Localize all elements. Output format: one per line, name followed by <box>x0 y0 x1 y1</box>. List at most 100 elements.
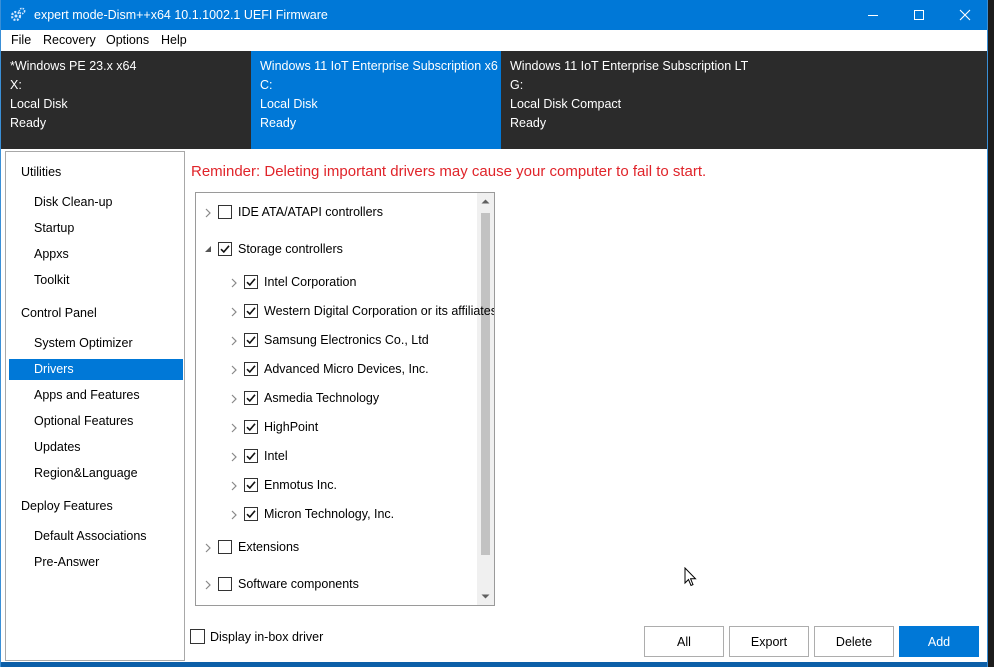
collapsed-arrow-icon[interactable] <box>230 481 238 491</box>
sidebar-item-system-optimizer[interactable]: System Optimizer <box>9 333 183 354</box>
image-disk: Local Disk Compact <box>510 97 622 111</box>
sidebar-item-label: Updates <box>34 440 81 454</box>
checkmark-icon <box>246 336 256 345</box>
image-drive: G: <box>510 78 524 92</box>
tree-checkbox[interactable] <box>244 304 258 318</box>
driver-tree[interactable]: IDE ATA/ATAPI controllers Storage control… <box>195 192 495 606</box>
reminder-text: Reminder: Deleting important drivers may… <box>191 163 707 180</box>
sidebar-item-drivers[interactable]: Drivers <box>9 359 183 380</box>
close-button[interactable] <box>942 0 988 30</box>
sidebar-item-disk-cleanup[interactable]: Disk Clean-up <box>9 192 183 213</box>
tree-label: Intel <box>264 449 288 463</box>
display-inbox-checkbox[interactable] <box>190 629 205 644</box>
tree-checkbox[interactable] <box>244 333 258 347</box>
image-strip: *Windows PE 23.x x64 X: Local Disk Ready… <box>1 51 987 149</box>
sidebar-item-optional-features[interactable]: Optional Features <box>9 411 183 432</box>
menu-recovery[interactable]: Recovery <box>43 33 96 47</box>
tree-checkbox[interactable] <box>244 449 258 463</box>
collapsed-arrow-icon[interactable] <box>204 543 212 553</box>
window-bottom-edge <box>1 662 987 667</box>
maximize-button[interactable] <box>896 0 942 30</box>
title-bar[interactable]: expert mode-Dism++x64 10.1.1002.1 UEFI F… <box>1 0 987 30</box>
sidebar-item-toolkit[interactable]: Toolkit <box>9 270 183 291</box>
sidebar-item-appxs[interactable]: Appxs <box>9 244 183 265</box>
image-tile-win11-ltsc[interactable]: Windows 11 IoT Enterprise Subscription L… <box>501 51 751 149</box>
sidebar-item-region-language[interactable]: Region&Language <box>9 463 183 484</box>
dism-window: expert mode-Dism++x64 10.1.1002.1 UEFI F… <box>0 0 988 667</box>
sidebar-item-default-associations[interactable]: Default Associations <box>9 526 183 547</box>
tree-checkbox[interactable] <box>244 507 258 521</box>
export-button[interactable]: Export <box>729 626 809 657</box>
tree-label: Asmedia Technology <box>264 391 380 405</box>
collapsed-arrow-icon[interactable] <box>230 278 238 288</box>
tree-label: Enmotus Inc. <box>264 478 337 492</box>
image-drive: C: <box>260 78 273 92</box>
tree-checkbox[interactable] <box>244 420 258 434</box>
image-status: Ready <box>260 116 297 130</box>
close-icon <box>959 9 971 21</box>
collapsed-arrow-icon[interactable] <box>204 580 212 590</box>
sidebar-item-label: Region&Language <box>34 466 138 480</box>
menu-help[interactable]: Help <box>161 33 187 47</box>
sidebar-item-apps-and-features[interactable]: Apps and Features <box>9 385 183 406</box>
category-deploy-features: Deploy Features <box>21 499 113 513</box>
delete-button[interactable]: Delete <box>814 626 894 657</box>
sidebar-item-label: Startup <box>34 221 75 235</box>
minimize-icon <box>868 15 878 16</box>
tree-checkbox[interactable] <box>244 391 258 405</box>
gear-app-icon <box>10 7 26 22</box>
tree-label: Intel Corporation <box>264 275 357 289</box>
tree-checkbox[interactable] <box>218 577 232 591</box>
collapsed-arrow-icon[interactable] <box>230 365 238 375</box>
checkmark-icon <box>246 307 256 316</box>
image-tile-win11-c[interactable]: Windows 11 IoT Enterprise Subscription x… <box>251 51 501 149</box>
tree-label: Extensions <box>238 540 300 554</box>
sidebar-item-label: Optional Features <box>34 414 134 428</box>
collapsed-arrow-icon[interactable] <box>230 452 238 462</box>
tree-checkbox[interactable] <box>218 205 232 219</box>
scroll-up-icon <box>481 199 490 204</box>
image-drive: X: <box>10 78 22 92</box>
vertical-scrollbar[interactable] <box>477 193 494 605</box>
window-title: expert mode-Dism++x64 10.1.1002.1 UEFI F… <box>34 8 328 22</box>
scroll-up-button[interactable] <box>477 193 494 210</box>
tree-checkbox[interactable] <box>244 275 258 289</box>
sidebar-item-label: Disk Clean-up <box>34 195 113 209</box>
image-tile-pe[interactable]: *Windows PE 23.x x64 X: Local Disk Ready <box>1 51 251 149</box>
collapsed-arrow-icon[interactable] <box>230 510 238 520</box>
image-disk: Local Disk <box>260 97 318 111</box>
add-button[interactable]: Add <box>899 626 979 657</box>
collapsed-arrow-icon[interactable] <box>230 307 238 317</box>
menu-options[interactable]: Options <box>106 33 149 47</box>
minimize-button[interactable] <box>850 0 896 30</box>
checkmark-icon <box>220 245 230 254</box>
mouse-cursor-icon <box>684 567 697 587</box>
tree-checkbox[interactable] <box>218 242 232 256</box>
collapsed-arrow-icon[interactable] <box>230 336 238 346</box>
menu-bar: File Recovery Options Help <box>1 30 987 51</box>
checkmark-icon <box>246 481 256 490</box>
collapsed-arrow-icon[interactable] <box>230 394 238 404</box>
sidebar-item-label: Pre-Answer <box>34 555 100 569</box>
tree-checkbox[interactable] <box>244 362 258 376</box>
menu-file[interactable]: File <box>11 33 31 47</box>
sidebar-item-label: Appxs <box>34 247 69 261</box>
image-status: Ready <box>510 116 547 130</box>
image-disk: Local Disk <box>10 97 68 111</box>
sidebar-item-startup[interactable]: Startup <box>9 218 183 239</box>
category-control-panel: Control Panel <box>21 306 97 320</box>
all-button[interactable]: All <box>644 626 724 657</box>
scroll-down-button[interactable] <box>477 588 494 605</box>
sidebar-item-updates[interactable]: Updates <box>9 437 183 458</box>
tree-checkbox[interactable] <box>218 540 232 554</box>
tree-label: IDE ATA/ATAPI controllers <box>238 205 383 219</box>
collapsed-arrow-icon[interactable] <box>230 423 238 433</box>
image-name: Windows 11 IoT Enterprise Subscription L… <box>510 59 748 73</box>
tree-label: Advanced Micro Devices, Inc. <box>264 362 429 376</box>
tree-label: Micron Technology, Inc. <box>264 507 395 521</box>
expanded-arrow-icon[interactable] <box>204 245 212 255</box>
tree-checkbox[interactable] <box>244 478 258 492</box>
sidebar-item-pre-answer[interactable]: Pre-Answer <box>9 552 183 573</box>
scroll-thumb[interactable] <box>481 213 490 555</box>
collapsed-arrow-icon[interactable] <box>204 208 212 218</box>
